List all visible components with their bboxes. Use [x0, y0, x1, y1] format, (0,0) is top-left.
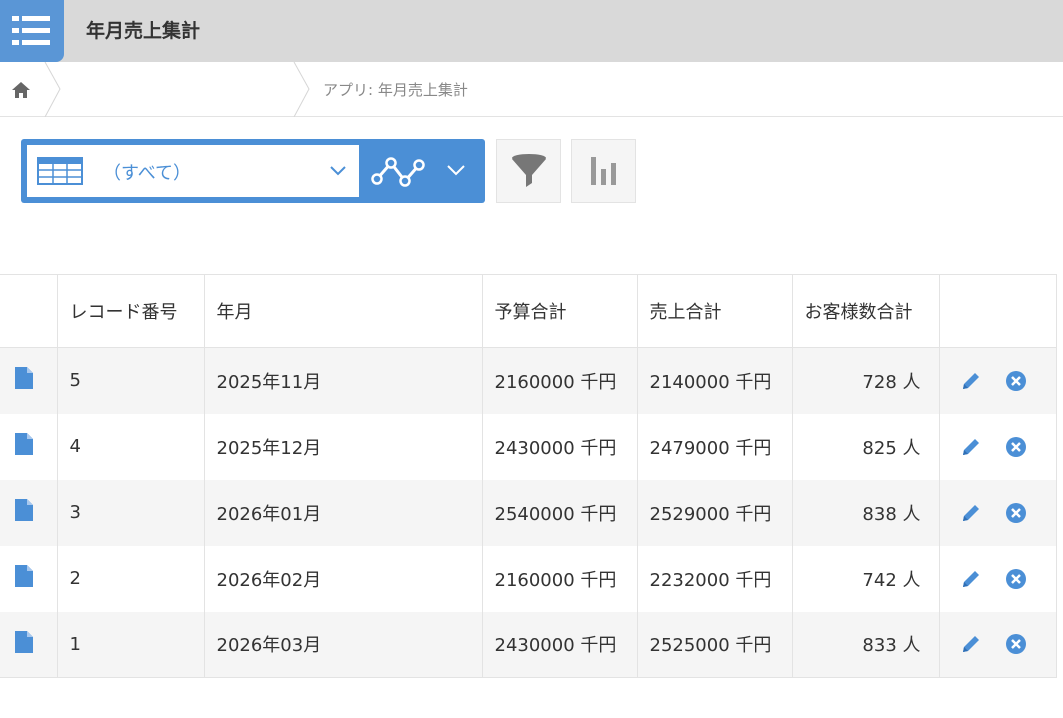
sales-total-cell: 2529000 千円	[637, 479, 793, 546]
table-row: 3 2026年01月 2540000 千円 2529000 千円 838 人	[0, 479, 1057, 546]
filter-button[interactable]	[496, 139, 561, 203]
records-table: レコード番号 年月 予算合計 売上合計 お客様数合計 5 2025年11月 21…	[0, 274, 1057, 678]
table-row: 1 2026年03月 2430000 千円 2525000 千円 833 人	[0, 611, 1057, 678]
table-row: 4 2025年12月 2430000 千円 2479000 千円 825 人	[0, 413, 1057, 480]
year-month-cell: 2026年03月	[204, 611, 483, 678]
home-icon[interactable]	[10, 80, 32, 104]
column-header-year-month[interactable]: 年月	[204, 274, 483, 348]
column-header-customer-total[interactable]: お客様数合計	[792, 274, 940, 348]
chart-button[interactable]	[571, 139, 636, 203]
column-header-sales-total[interactable]: 売上合計	[637, 274, 793, 348]
year-month-cell: 2026年02月	[204, 545, 483, 612]
bar-chart-icon	[590, 157, 616, 185]
record-number-cell: 1	[57, 611, 205, 678]
column-header-icon	[0, 274, 58, 348]
breadcrumb-separator-icon	[44, 62, 61, 117]
breadcrumb-app-link[interactable]: アプリ: 年月売上集計	[323, 79, 468, 100]
column-header-actions	[939, 274, 1057, 348]
budget-total-cell: 2160000 千円	[482, 545, 638, 612]
document-icon[interactable]	[15, 367, 33, 390]
filter-icon	[511, 154, 546, 187]
sales-total-cell: 2232000 千円	[637, 545, 793, 612]
customer-total-cell: 825 人	[792, 413, 940, 480]
customer-total-cell: 833 人	[792, 611, 940, 678]
budget-total-cell: 2430000 千円	[482, 611, 638, 678]
pencil-icon[interactable]	[960, 370, 982, 392]
sales-total-cell: 2525000 千円	[637, 611, 793, 678]
close-circle-icon[interactable]	[1005, 502, 1027, 524]
document-icon[interactable]	[15, 433, 33, 455]
document-icon[interactable]	[15, 499, 33, 521]
record-number-cell: 2	[57, 545, 205, 612]
close-circle-icon[interactable]	[1005, 568, 1027, 590]
close-circle-icon[interactable]	[1005, 633, 1027, 655]
year-month-cell: 2025年12月	[204, 413, 483, 480]
sales-total-cell: 2140000 千円	[637, 347, 793, 414]
sales-total-cell: 2479000 千円	[637, 413, 793, 480]
document-icon[interactable]	[15, 630, 33, 653]
budget-total-cell: 2540000 千円	[482, 479, 638, 546]
pencil-icon[interactable]	[960, 633, 982, 655]
document-icon[interactable]	[15, 565, 33, 587]
record-number-cell: 5	[57, 347, 205, 414]
breadcrumb: アプリ: 年月売上集計	[0, 62, 1063, 117]
view-dropdown-label: （すべて）	[103, 163, 192, 184]
pencil-icon[interactable]	[960, 436, 982, 458]
customer-total-cell: 742 人	[792, 545, 940, 612]
close-circle-icon[interactable]	[1005, 370, 1027, 392]
column-header-record-number[interactable]: レコード番号	[57, 274, 205, 348]
year-month-cell: 2026年01月	[204, 479, 483, 546]
table-row: 2 2026年02月 2160000 千円 2232000 千円 742 人	[0, 545, 1057, 612]
column-header-budget-total[interactable]: 予算合計	[482, 274, 638, 348]
record-number-cell: 3	[57, 479, 205, 546]
customer-total-cell: 838 人	[792, 479, 940, 546]
year-month-cell: 2025年11月	[204, 347, 483, 414]
graph-icon[interactable]	[371, 153, 427, 189]
chevron-down-icon[interactable]	[446, 164, 466, 177]
breadcrumb-separator-icon	[293, 62, 310, 117]
view-dropdown[interactable]: （すべて）	[27, 145, 359, 197]
customer-total-cell: 728 人	[792, 347, 940, 414]
page-title: 年月売上集計	[86, 20, 201, 42]
record-number-cell: 4	[57, 413, 205, 480]
app-list-icon[interactable]	[0, 0, 64, 62]
view-selector-bar: （すべて）	[21, 139, 485, 203]
budget-total-cell: 2430000 千円	[482, 413, 638, 480]
chevron-down-icon	[330, 166, 346, 176]
close-circle-icon[interactable]	[1005, 436, 1027, 458]
pencil-icon[interactable]	[960, 502, 982, 524]
table-view-icon	[37, 157, 83, 185]
pencil-icon[interactable]	[960, 568, 982, 590]
table-row: 5 2025年11月 2160000 千円 2140000 千円 728 人	[0, 347, 1057, 414]
app-header: 年月売上集計	[0, 0, 1063, 62]
budget-total-cell: 2160000 千円	[482, 347, 638, 414]
table-header-row: レコード番号 年月 予算合計 売上合計 お客様数合計	[0, 274, 1057, 348]
